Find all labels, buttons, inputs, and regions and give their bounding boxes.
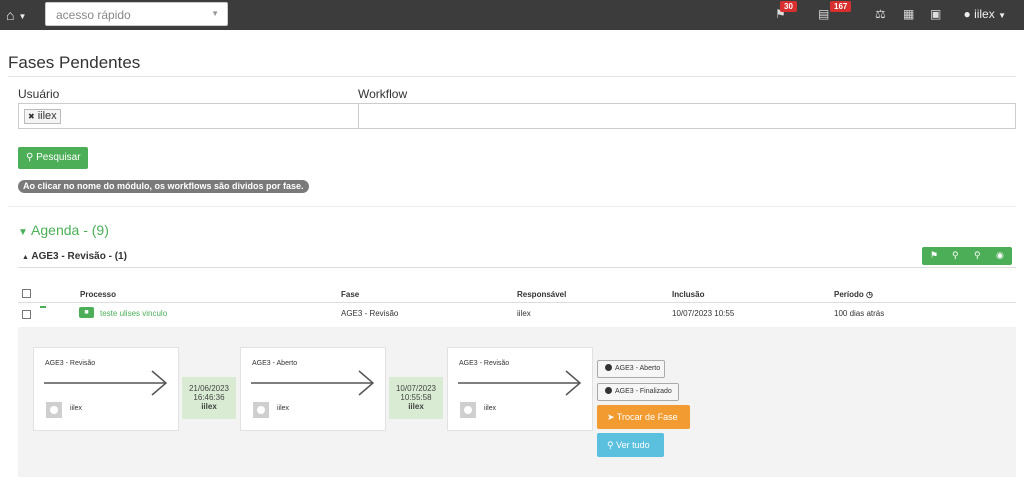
row-fase: AGE3 - Revisão <box>341 309 399 318</box>
home-menu[interactable]: ⌂ ▼ <box>6 7 26 23</box>
flow-card: AGE3 - Revisão iilex <box>33 347 179 431</box>
top-navbar: ⌂ ▼ acesso rápido ▼ ⚑ 30 ▤ 167 ⚖ ▦ ▣ ● ii… <box>0 0 1024 30</box>
subgroup-title: AGE3 - Revisão - (1) <box>31 251 127 262</box>
user-icon: ● <box>963 7 971 21</box>
col-periodo-label: Período <box>834 290 864 299</box>
row-checkbox[interactable] <box>22 310 31 319</box>
flag-badge: 30 <box>780 1 797 12</box>
zoom-icon[interactable]: ⚲ <box>974 250 981 261</box>
chevron-down-icon: ▼ <box>18 11 27 21</box>
arrow-right-icon <box>44 370 168 396</box>
chevron-down-icon: ▼ <box>211 9 219 18</box>
row-responsavel: iilex <box>517 309 531 318</box>
chevron-down-icon: ▼ <box>998 11 1006 20</box>
flow-card-user: iilex <box>277 405 290 412</box>
hint-badge: Ao clicar no nome do módulo, os workflow… <box>18 180 309 193</box>
arrow-circle-icon: ➤ <box>607 412 615 422</box>
user-tag-label: iilex <box>37 110 57 122</box>
money-button[interactable]: ▣ <box>930 7 941 21</box>
flow-card-fase: AGE3 - Aberto <box>252 360 298 367</box>
col-fase[interactable]: Fase <box>341 290 359 299</box>
user-name: iilex <box>974 7 995 21</box>
row-inclusao: 10/07/2023 10:55 <box>672 309 735 318</box>
home-icon: ⌂ <box>6 7 15 23</box>
change-phase-label: Trocar de Fase <box>616 412 678 422</box>
collapse-row-icon[interactable] <box>40 306 46 308</box>
avatar <box>253 402 269 418</box>
remove-tag-icon[interactable]: ✖ <box>28 112 35 121</box>
banknote-icon: ▣ <box>930 7 942 21</box>
calendar-button[interactable]: ▦ <box>903 7 914 21</box>
col-inclusao[interactable]: Inclusão <box>672 290 704 299</box>
toolbar-buttons: ⚑ ⚲ ⚲ ◉ <box>922 247 1012 265</box>
money-badge: 167 <box>830 1 852 12</box>
flow-card-user: iilex <box>484 405 497 412</box>
money-notifications[interactable]: ▤ <box>818 7 829 21</box>
flow-card: AGE3 - Aberto iilex <box>240 347 386 431</box>
calendar-icon: ▦ <box>903 7 915 21</box>
option-aberto-button[interactable]: AGE3 - Aberto <box>597 360 665 378</box>
stamp-time: 16:46:36 <box>193 393 225 402</box>
search-icon[interactable]: ⚲ <box>952 250 959 261</box>
quick-access-select[interactable]: acesso rápido ▼ <box>45 2 228 26</box>
transition-stamp: 10/07/2023 10:55:58 iilex <box>389 377 443 419</box>
caret-up-icon: ▲ <box>22 254 29 261</box>
option-finalizado-button[interactable]: AGE3 - Finalizado <box>597 383 679 401</box>
page-title: Fases Pendentes <box>8 53 141 72</box>
process-icon[interactable]: ■ <box>79 307 94 318</box>
agenda-group-title: Agenda - (9) <box>31 222 109 238</box>
eye-icon[interactable]: ◉ <box>996 250 1004 261</box>
stamp-time: 10:55:58 <box>400 393 432 402</box>
stamp-date: 21/06/2023 <box>188 384 230 393</box>
change-phase-button[interactable]: ➤ Trocar de Fase <box>597 405 690 429</box>
option-aberto-label: AGE3 - Aberto <box>615 365 661 372</box>
search-icon: ⚲ <box>26 152 34 163</box>
avatar <box>46 402 62 418</box>
usuario-label: Usuário <box>18 87 60 101</box>
search-button-label: Pesquisar <box>36 152 81 163</box>
arrow-circle-icon <box>605 364 612 371</box>
user-tag[interactable]: ✖ iilex <box>24 109 61 124</box>
divider <box>18 267 1016 268</box>
transition-stamp: 21/06/2023 16:46:36 iilex <box>182 377 236 419</box>
stamp-date: 10/07/2023 <box>395 384 437 393</box>
search-button[interactable]: ⚲ Pesquisar <box>18 147 88 169</box>
row-periodo: 100 dias atrás <box>834 309 885 318</box>
avatar <box>460 402 476 418</box>
user-menu[interactable]: ● iilex ▼ <box>963 7 1006 21</box>
scale-button[interactable]: ⚖ <box>875 7 886 21</box>
usuario-input[interactable]: ✖ iilex <box>18 103 364 129</box>
workflow-input[interactable] <box>358 103 1016 129</box>
arrow-right-icon <box>458 370 582 396</box>
flow-card-fase: AGE3 - Revisão <box>459 360 510 367</box>
divider <box>8 76 1016 77</box>
subgroup-toggle[interactable]: ▲ AGE3 - Revisão - (1) <box>22 251 127 262</box>
caret-down-icon: ▼ <box>18 227 28 238</box>
workflow-label: Workflow <box>358 87 408 101</box>
arrow-right-icon <box>251 370 375 396</box>
money-icon: ▤ <box>818 7 830 21</box>
flow-card-user: iilex <box>70 405 83 412</box>
divider <box>8 206 1016 207</box>
option-finalizado-label: AGE3 - Finalizado <box>615 388 672 395</box>
flow-card: AGE3 - Revisão iilex <box>447 347 593 431</box>
see-all-button[interactable]: ⚲ Ver tudo <box>597 433 664 457</box>
select-all-checkbox[interactable] <box>22 289 31 298</box>
col-processo[interactable]: Processo <box>80 290 116 299</box>
col-periodo[interactable]: Período ◷ <box>834 290 873 299</box>
balance-scale-icon: ⚖ <box>875 7 886 21</box>
divider <box>18 302 1016 303</box>
arrow-circle-icon <box>605 387 612 394</box>
clock-icon: ◷ <box>866 290 873 299</box>
stamp-user: iilex <box>408 402 424 411</box>
stamp-user: iilex <box>201 402 217 411</box>
flow-card-fase: AGE3 - Revisão <box>45 360 96 367</box>
flag-icon[interactable]: ⚑ <box>930 250 938 261</box>
see-all-label: Ver tudo <box>616 440 650 450</box>
agenda-group-toggle[interactable]: ▼ Agenda - (9) <box>18 222 109 238</box>
quick-access-placeholder: acesso rápido <box>56 8 131 22</box>
process-link[interactable]: teste ulises vinculo <box>100 309 167 318</box>
search-icon: ⚲ <box>607 440 614 450</box>
col-responsavel[interactable]: Responsável <box>517 290 566 299</box>
